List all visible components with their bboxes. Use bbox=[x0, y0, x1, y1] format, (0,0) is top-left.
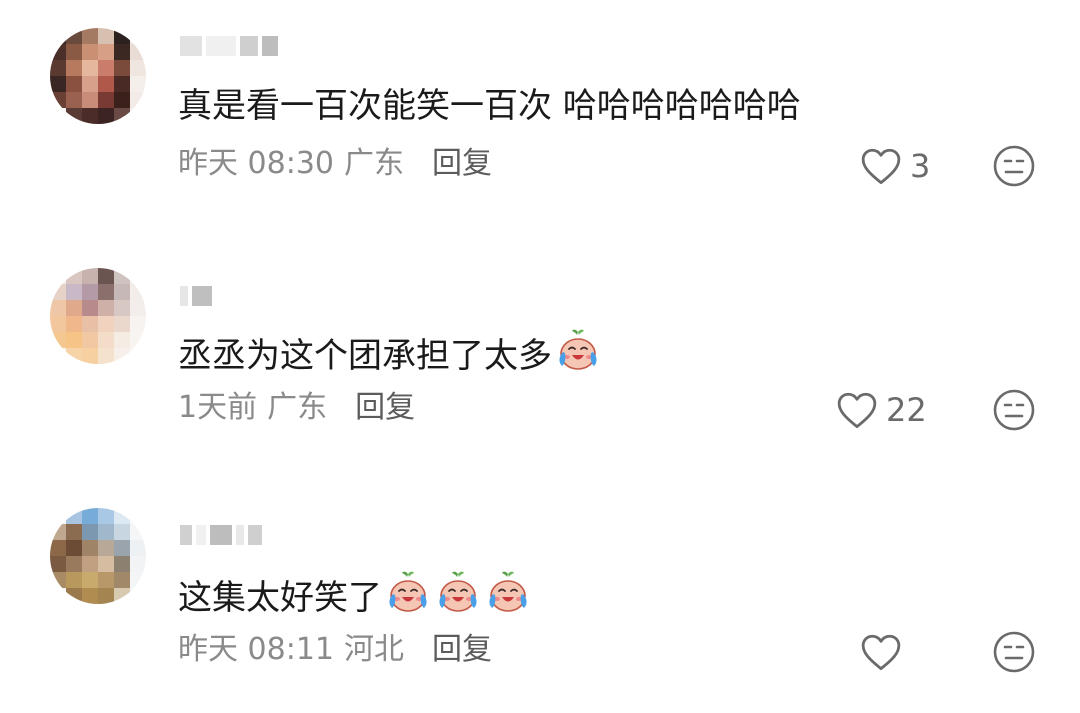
avatar[interactable] bbox=[50, 508, 146, 604]
emoji-group bbox=[382, 568, 532, 627]
comment-meta: 昨天 08:11 河北 回复 bbox=[178, 630, 492, 670]
username-blurred[interactable] bbox=[180, 522, 262, 548]
crying-laughing-emoji-icon bbox=[484, 568, 532, 616]
crying-laughing-emoji-icon bbox=[434, 568, 482, 616]
comment-time: 昨天 08:11 bbox=[178, 632, 334, 667]
comment-location: 河北 bbox=[344, 632, 404, 667]
heart-icon bbox=[861, 634, 901, 671]
comment-text: 这集太好笑了 bbox=[178, 568, 532, 627]
like-button[interactable] bbox=[860, 630, 910, 674]
comment-item: 这集太好笑了 昨天 08:11 河北 回复 bbox=[0, 0, 1080, 713]
crying-laughing-emoji-icon bbox=[384, 568, 432, 616]
reply-button[interactable]: 回复 bbox=[432, 630, 492, 670]
comment-text-content: 这集太好笑了 bbox=[178, 577, 382, 618]
dislike-face-icon[interactable] bbox=[992, 630, 1036, 674]
